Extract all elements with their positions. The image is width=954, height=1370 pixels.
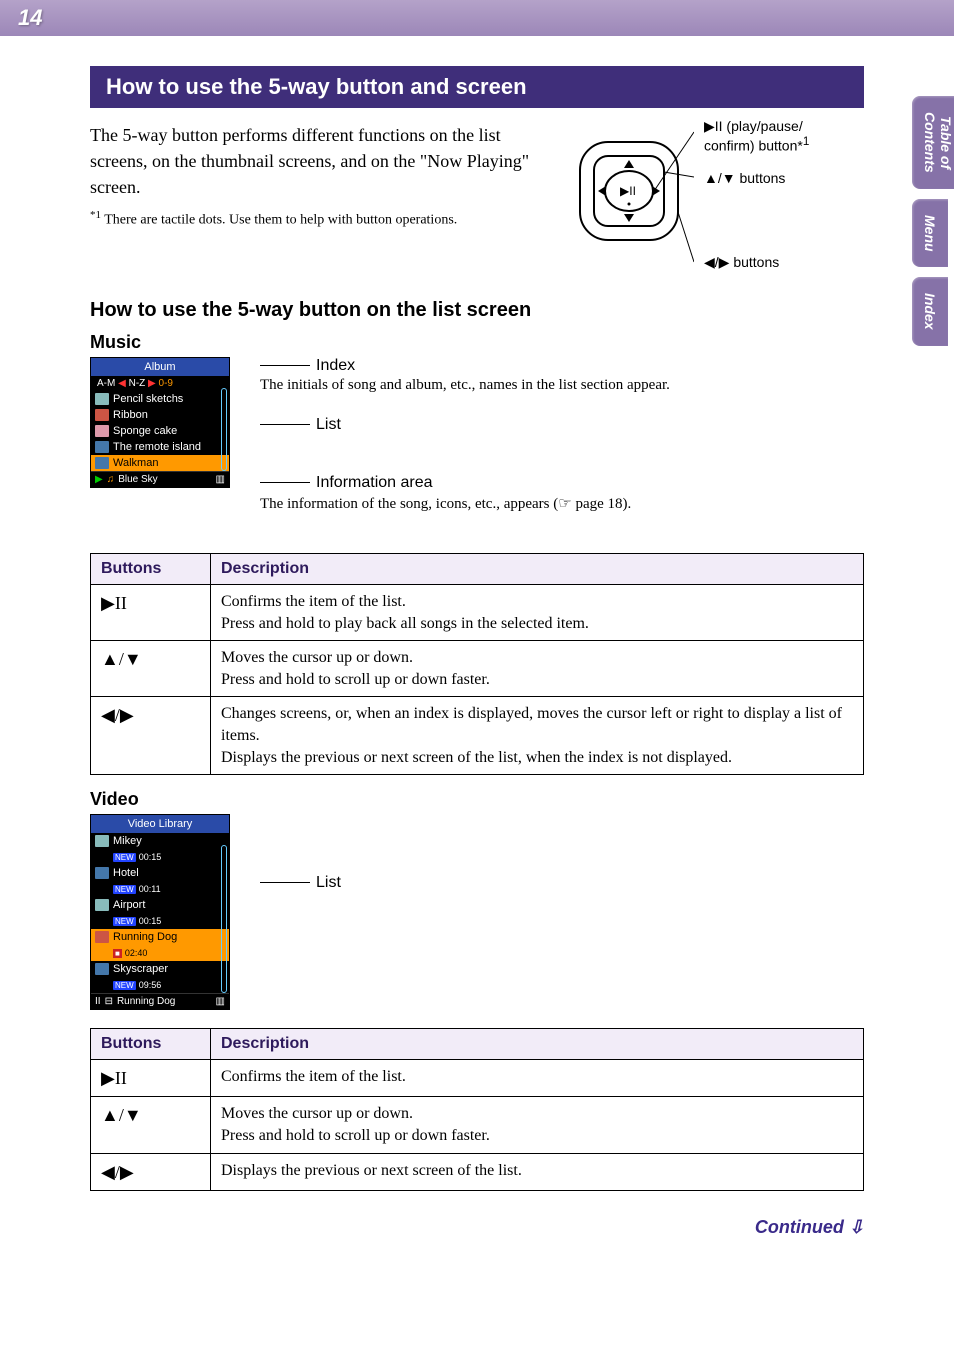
footnote-marker: *1	[90, 209, 101, 221]
music-heading: Music	[90, 332, 864, 353]
table-row: ▲/▼ Moves the cursor up or down. Press a…	[91, 1097, 864, 1153]
th-description: Description	[211, 1029, 864, 1060]
page-body: Table of Contents Menu Index How to use …	[0, 36, 954, 1278]
music-callouts: Index The initials of song and album, et…	[260, 357, 864, 535]
tab-index[interactable]: Index	[912, 277, 948, 346]
scrollbar	[221, 388, 227, 471]
header-strip: 14	[0, 0, 954, 36]
scrollbar	[221, 845, 227, 993]
callout-index: Index The initials of song and album, et…	[260, 357, 864, 394]
music-screenshot-row: Album A-M ◀ N-Z ▶ 0-9 Pencil sketchs Rib…	[90, 357, 864, 535]
continued-indicator: Continued ⇩	[90, 1217, 864, 1238]
table-row: ◀/▶ Displays the previous or next screen…	[91, 1153, 864, 1190]
footnote-text: There are tactile dots. Use them to help…	[104, 213, 457, 228]
callout-list: List	[260, 874, 864, 892]
section-title: How to use the 5-way button and screen	[90, 66, 864, 108]
five-way-button-illustration: ▶II	[574, 122, 694, 272]
info-area: II ⊟Running Dog ▥	[91, 993, 229, 1009]
th-buttons: Buttons	[91, 554, 211, 585]
intro-text-col: The 5-way button performs different func…	[90, 122, 554, 275]
svg-text:▶II: ▶II	[620, 184, 636, 198]
index-bar: A-M ◀ N-Z ▶ 0-9	[91, 376, 229, 391]
callout-list: List	[260, 416, 864, 434]
th-buttons: Buttons	[91, 1029, 211, 1060]
footnote: *1 There are tactile dots. Use them to h…	[90, 208, 554, 230]
video-buttons-table: Buttons Description ▶II Confirms the ite…	[90, 1028, 864, 1191]
intro-row: The 5-way button performs different func…	[90, 122, 864, 275]
label-left-right: ◀/▶ buttons	[704, 254, 779, 271]
video-screenshot-row: Video Library MikeyNEW 00:15 HotelNEW 00…	[90, 814, 864, 1010]
intro-paragraph: The 5-way button performs different func…	[90, 122, 554, 200]
video-list: MikeyNEW 00:15 HotelNEW 00:11 AirportNEW…	[91, 833, 229, 993]
video-heading: Video	[90, 789, 864, 810]
subheading-list-screen: How to use the 5-way button on the list …	[90, 299, 864, 322]
info-area: ▶♫Blue Sky ▥	[91, 471, 229, 487]
table-row: ▲/▼ Moves the cursor up or down. Press a…	[91, 641, 864, 697]
video-callouts: List	[260, 814, 864, 914]
music-list-screen: Album A-M ◀ N-Z ▶ 0-9 Pencil sketchs Rib…	[90, 357, 230, 488]
table-row: ▶II Confirms the item of the list. Press…	[91, 585, 864, 641]
music-list: Pencil sketchs Ribbon Sponge cake The re…	[91, 391, 229, 471]
screen-title: Video Library	[91, 815, 229, 833]
tab-menu[interactable]: Menu	[912, 199, 948, 268]
video-list-screen: Video Library MikeyNEW 00:15 HotelNEW 00…	[90, 814, 230, 1010]
label-play-pause: ▶II (play/pause/ confirm) button*1	[704, 118, 809, 154]
label-up-down: ▲/▼ buttons	[704, 170, 785, 187]
page-number: 14	[18, 5, 42, 31]
screen-title: Album	[91, 358, 229, 376]
table-row: ▶II Confirms the item of the list.	[91, 1060, 864, 1097]
side-tabs: Table of Contents Menu Index	[912, 96, 954, 356]
th-description: Description	[211, 554, 864, 585]
button-diagram: ▶II ▶II (play/pause/ confirm) button*1 ▲…	[574, 122, 864, 275]
music-buttons-table: Buttons Description ▶II Confirms the ite…	[90, 553, 864, 775]
tab-table-of-contents[interactable]: Table of Contents	[912, 96, 954, 189]
callout-info-area: Information area The information of the …	[260, 474, 864, 513]
table-row: ◀/▶ Changes screens, or, when an index i…	[91, 697, 864, 775]
